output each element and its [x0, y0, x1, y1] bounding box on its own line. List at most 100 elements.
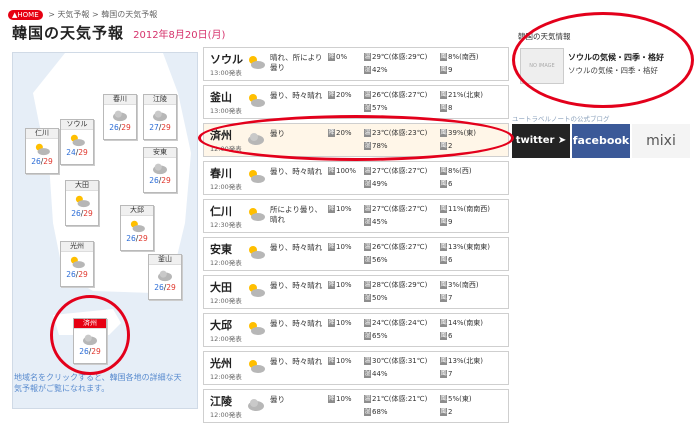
- wind-extra: 風9: [440, 66, 452, 75]
- rain-value: 10%: [336, 243, 352, 251]
- rain-chance: 降 0%: [328, 53, 347, 62]
- wind-label-icon: 風: [440, 205, 447, 213]
- temp-value: 26℃(体感:27℃): [372, 91, 428, 99]
- humidity-value: 44%: [372, 370, 388, 378]
- forecast-city[interactable]: 江陵: [210, 393, 232, 409]
- sun-cloud-icon: [35, 143, 50, 156]
- rain-label-icon: 降: [328, 205, 335, 213]
- breadcrumb: ▲HOME > 天気予報 > 韓国の天気予報: [8, 9, 157, 20]
- map-city-name: 春川: [104, 95, 136, 105]
- wind-label-icon: 風: [440, 332, 447, 340]
- rain-label-icon: 降: [328, 129, 335, 137]
- sun-cloud-icon: [130, 220, 145, 233]
- forecast-city[interactable]: 大邱: [210, 317, 232, 333]
- forecast-row[interactable]: 大邱 12:00発表 曇り、時々晴れ降 10% 温 24℃(体感:24℃) 湿 65% 風 14%…: [203, 313, 509, 347]
- wind-extra: 風8: [440, 104, 452, 113]
- forecast-city[interactable]: 済州: [210, 127, 232, 143]
- wind: 風 5%(東): [440, 395, 472, 404]
- forecast-row[interactable]: 春川 12:00発表 曇り、時々晴れ降 100% 温 27℃(体感:27℃) 湿 49% 風 8%…: [203, 161, 509, 195]
- temp-label-icon: 温: [364, 91, 371, 99]
- map-city-min-temp: 26: [126, 234, 136, 243]
- seoul-climate-link[interactable]: ソウルの気候・四季・格好: [568, 52, 664, 63]
- mixi-button[interactable]: mixi: [632, 124, 690, 158]
- wind-extra-value: 9: [448, 218, 453, 226]
- sun-cloud-icon: [249, 246, 265, 259]
- rain-value: 10%: [336, 357, 352, 365]
- cloud-icon: [158, 270, 172, 282]
- wind: 風 21%(北東): [440, 91, 483, 100]
- forecast-city[interactable]: 安東: [210, 241, 232, 257]
- rain-chance: 降 10%: [328, 357, 352, 366]
- facebook-button[interactable]: facebook: [572, 124, 630, 158]
- cloud-icon: [153, 163, 167, 175]
- wind-extra-value: 6: [448, 180, 453, 188]
- rain-label-icon: 降: [328, 395, 335, 403]
- wind-value: 3%(南西): [448, 281, 479, 289]
- forecast-description: 曇り、時々晴れ: [270, 91, 323, 100]
- forecast-row[interactable]: 仁川 12:30発表 所により曇り、晴れ降 10% 温 27℃(体感:27℃) 湿 45% 風 1…: [203, 199, 509, 233]
- map-city-daejeon[interactable]: 大田 26/29: [65, 180, 99, 226]
- forecast-row[interactable]: 江陵 12:00発表 曇り降 10% 温 21℃(体感:21℃) 湿 68% 風 5%(東) 風 2: [203, 389, 509, 423]
- twitter-button[interactable]: twitter ➤: [512, 124, 570, 158]
- cloud-icon: [153, 110, 167, 122]
- wind-label-icon: 風: [440, 66, 447, 74]
- map-city-min-temp: 27: [149, 123, 159, 132]
- wind-label-icon: 風: [440, 129, 447, 137]
- cloud-icon: [113, 110, 127, 122]
- humidity-label-icon: 湿: [364, 408, 371, 416]
- sun-cloud-icon: [249, 56, 265, 69]
- forecast-city[interactable]: 春川: [210, 165, 232, 181]
- forecast-city[interactable]: ソウル: [210, 51, 243, 67]
- map-city-min-temp: 26: [154, 283, 164, 292]
- map-city-daegu[interactable]: 大邱 26/29: [120, 205, 154, 251]
- breadcrumb-weather-link[interactable]: 天気予報: [57, 10, 89, 19]
- wind-extra: 風6: [440, 256, 452, 265]
- map-city-seoul[interactable]: ソウル 24/29: [60, 119, 94, 165]
- wind-value: 5%(東): [448, 395, 472, 403]
- temp-value: 28℃(体感:29℃): [372, 281, 428, 289]
- home-link[interactable]: ▲HOME: [8, 10, 43, 20]
- map-city-chuncheon[interactable]: 春川 26/29: [103, 94, 137, 140]
- map-city-andong[interactable]: 安東 26/29: [143, 147, 177, 193]
- forecast-city[interactable]: 仁川: [210, 203, 232, 219]
- forecast-description: 曇り、時々晴れ: [270, 281, 323, 290]
- map-city-incheon[interactable]: 仁川 26/29: [25, 128, 59, 174]
- temp-value: 27℃(体感:27℃): [372, 167, 428, 175]
- forecast-city[interactable]: 光州: [210, 355, 232, 371]
- wind-label-icon: 風: [440, 53, 447, 61]
- forecast-city[interactable]: 大田: [210, 279, 232, 295]
- wind-label-icon: 風: [440, 319, 447, 327]
- map-city-jeju[interactable]: 済州 26/29: [73, 318, 107, 364]
- wind-label-icon: 風: [440, 91, 447, 99]
- seoul-climate-subtext: ソウルの気候・四季・格好: [568, 66, 658, 75]
- forecast-time: 13:00発表: [210, 107, 242, 115]
- wind: 風 39%(東): [440, 129, 476, 138]
- map-city-gwangju[interactable]: 光州 26/29: [60, 241, 94, 287]
- forecast-row[interactable]: 大田 12:00発表 曇り、時々晴れ降 10% 温 28℃(体感:29℃) 湿 50% 風 3%(…: [203, 275, 509, 309]
- map-city-busan[interactable]: 釜山 26/29: [148, 254, 182, 300]
- wind-label-icon: 風: [440, 218, 447, 226]
- rain-label-icon: 降: [328, 281, 335, 289]
- wind-label-icon: 風: [440, 256, 447, 264]
- humidity-value: 42%: [372, 66, 388, 74]
- map-city-name: 大邱: [121, 206, 153, 216]
- forecast-row[interactable]: 光州 12:00発表 曇り、時々晴れ降 10% 温 30℃(体感:31℃) 湿 44% 風 13%…: [203, 351, 509, 385]
- forecast-row[interactable]: ソウル 13:00発表 晴れ、所により曇り降 0% 温 29℃(体感:29℃) 湿 42% 風 8…: [203, 47, 509, 81]
- temperature: 温 30℃(体感:31℃): [364, 357, 427, 366]
- no-image-placeholder: NO IMAGE: [520, 48, 564, 84]
- rain-label-icon: 降: [328, 167, 335, 175]
- forecast-city[interactable]: 釜山: [210, 89, 232, 105]
- forecast-time: 12:00発表: [210, 145, 242, 153]
- wind-value: 21%(北東): [448, 91, 484, 99]
- humidity-value: 57%: [372, 104, 388, 112]
- forecast-row[interactable]: 済州 12:00発表 曇り降 20% 温 23℃(体感:23℃) 湿 78% 風 39%(東) 風 2: [203, 123, 509, 157]
- forecast-row[interactable]: 安東 12:00発表 曇り、時々晴れ降 10% 温 26℃(体感:27℃) 湿 56% 風 13%…: [203, 237, 509, 271]
- map-city-min-temp: 26: [66, 270, 76, 279]
- map-city-gangneung[interactable]: 江陵 27/29: [143, 94, 177, 140]
- map-city-min-temp: 26: [31, 157, 41, 166]
- forecast-row[interactable]: 釜山 13:00発表 曇り、時々晴れ降 20% 温 26℃(体感:27℃) 湿 57% 風 21%…: [203, 85, 509, 119]
- forecast-description: 曇り: [270, 395, 285, 404]
- rain-value: 100%: [336, 167, 357, 175]
- map-city-max-temp: 29: [91, 347, 101, 356]
- humidity-value: 49%: [372, 180, 388, 188]
